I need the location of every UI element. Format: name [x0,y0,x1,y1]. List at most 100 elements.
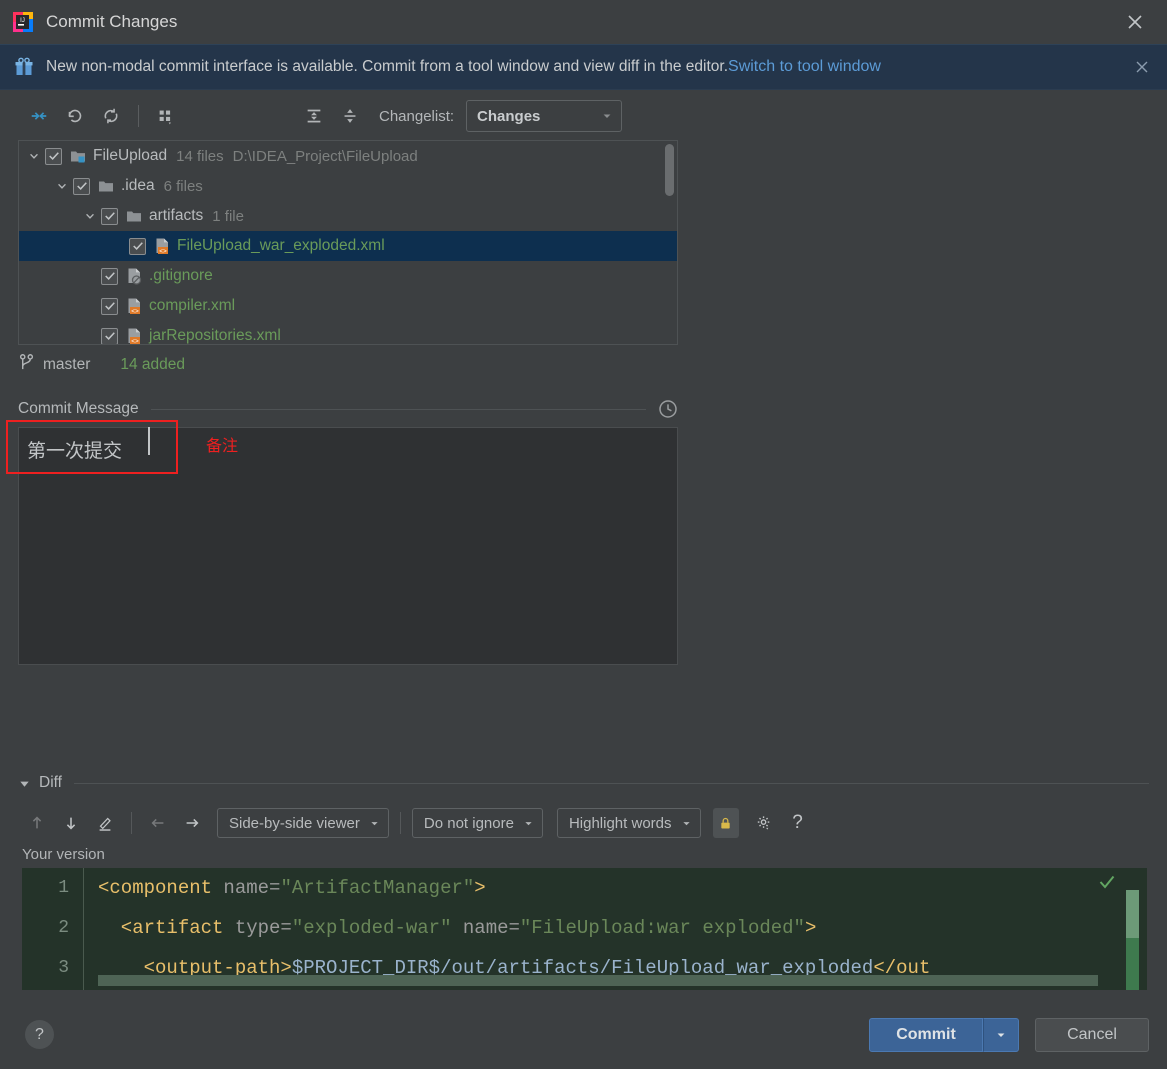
svg-text:IJ: IJ [20,18,25,24]
diff-code-editor[interactable]: 12345 <component name="ArtifactManager">… [22,868,1147,990]
file-name: jarRepositories.xml [149,327,281,344]
file-checkbox[interactable] [101,267,118,285]
gitignore-file-icon [128,268,142,285]
lock-icon[interactable] [712,808,739,838]
gift-icon [14,57,34,77]
changelist-dropdown[interactable]: Changes [466,100,623,132]
tree-twisty[interactable] [51,180,73,192]
file-count: 14 files [176,147,224,165]
table-row[interactable]: FileUpload 14 files D:\IDEA_Project\FileUp… [19,141,677,171]
table-row[interactable]: <> compiler.xml [19,291,677,321]
accept-left-icon[interactable] [143,808,173,838]
commit-button[interactable]: Commit [869,1018,983,1052]
commit-options-dropdown[interactable] [983,1018,1019,1052]
left-pane: Changelist: Changes FileUpload 14 files D:… [0,92,684,760]
whitespace-mode-dropdown[interactable]: Do not ignore [411,808,543,838]
code-token: type= [234,917,292,939]
section-rule [73,782,1149,784]
cancel-button[interactable]: Cancel [1035,1018,1149,1052]
help-glyph: ? [792,812,803,833]
code-token: name= [451,917,520,939]
window-title-bar: IJ Commit Changes [0,0,1167,44]
code-line: <artifact type="exploded-war" name="File… [84,908,1147,948]
green-check-icon [1097,872,1117,892]
close-icon[interactable] [1121,8,1149,36]
file-checkbox[interactable] [73,177,90,195]
group-by-icon[interactable] [149,100,183,132]
rollback-icon[interactable] [58,100,92,132]
file-checkbox[interactable] [129,237,146,255]
highlight-mode-value: Highlight words [568,814,672,832]
file-name: FileUpload [93,147,168,164]
accept-right-icon[interactable] [177,808,207,838]
previous-difference-icon[interactable] [22,808,52,838]
folder-icon [125,207,143,225]
notification-banner: New non-modal commit interface is availa… [0,44,1167,90]
table-row[interactable]: artifacts 1 file [19,201,677,231]
code-token: > [804,917,817,939]
viewer-mode-dropdown[interactable]: Side-by-side viewer [217,808,389,838]
code-token: "FileUpload:war exploded" [519,917,805,939]
commit-message-header: Commit Message [18,394,678,424]
question-mark-icon[interactable]: ? [783,808,813,838]
file-checkbox[interactable] [101,327,118,344]
editor-horizontal-scrollbar[interactable] [98,975,1098,986]
table-row[interactable]: <> FileUpload_war_exploded.xml [19,231,677,261]
module-icon [69,147,87,165]
file-checkbox[interactable] [45,147,62,165]
code-token: name= [223,877,281,899]
text-caret [148,427,150,455]
file-checkbox[interactable] [101,297,118,315]
code-line: <root id="root"> [84,988,1147,990]
banner-message: New non-modal commit interface is availa… [46,58,729,75]
module-icon [71,151,85,163]
dialog-content: Changelist: Changes FileUpload 14 files D:… [0,92,1167,1000]
changes-toolbar: Changelist: Changes [0,92,684,140]
chevron-down-icon [58,183,66,189]
commit-message-value: 第一次提交 [27,441,123,462]
chevron-down-icon [682,821,690,825]
chevron-down-icon [997,1033,1005,1037]
table-row[interactable]: .gitignore [19,261,677,291]
file-name: compiler.xml [149,297,236,314]
xml-file-icon: <> [153,237,171,255]
expand-all-icon[interactable] [297,100,331,132]
file-name: FileUpload_war_exploded.xml [177,237,385,254]
code-token: <component [98,877,224,899]
editor-vertical-scrollbar[interactable] [1126,890,1139,938]
refresh-icon[interactable] [94,100,128,132]
help-button[interactable]: ? [25,1020,54,1049]
highlight-mode-dropdown[interactable]: Highlight words [556,808,701,838]
tree-twisty[interactable] [79,210,101,222]
check-icon [132,242,143,251]
right-options-pane: Git Author: Amend commitSign-off commit … [684,92,1167,760]
check-icon [104,272,115,281]
chevron-down-icon [30,153,38,159]
gear-icon[interactable] [749,808,779,838]
viewer-mode-value: Side-by-side viewer [229,814,360,832]
collapse-all-icon[interactable] [333,100,367,132]
edit-source-icon[interactable] [90,808,120,838]
next-difference-icon[interactable] [56,808,86,838]
commit-message-input[interactable]: 第一次提交 [18,427,678,665]
gitignore-file-icon [125,267,143,285]
intellij-idea-logo: IJ [12,11,34,33]
show-diff-icon[interactable] [22,100,56,132]
folder-icon [97,177,115,195]
tree-twisty[interactable] [23,150,45,162]
triangle-down-icon[interactable] [18,777,31,790]
table-row[interactable]: .idea 6 files [19,171,677,201]
tree-vertical-scrollbar[interactable] [665,144,674,196]
switch-to-tool-window-link[interactable]: Switch to tool window [728,58,881,76]
file-checkbox[interactable] [101,207,118,225]
banner-close-icon[interactable] [1131,56,1153,78]
history-clock-icon[interactable] [658,399,678,419]
file-name: artifacts [149,207,204,224]
line-number: 4 [22,988,83,990]
chevron-down-icon [525,821,532,825]
table-row[interactable]: <> jarRepositories.xml [19,321,677,344]
xml-file-icon: <> [125,327,143,344]
toolbar-divider [399,812,401,834]
code-content[interactable]: <component name="ArtifactManager"> <arti… [84,868,1147,990]
changed-files-tree[interactable]: FileUpload 14 files D:\IDEA_Project\FileUp… [18,140,678,345]
